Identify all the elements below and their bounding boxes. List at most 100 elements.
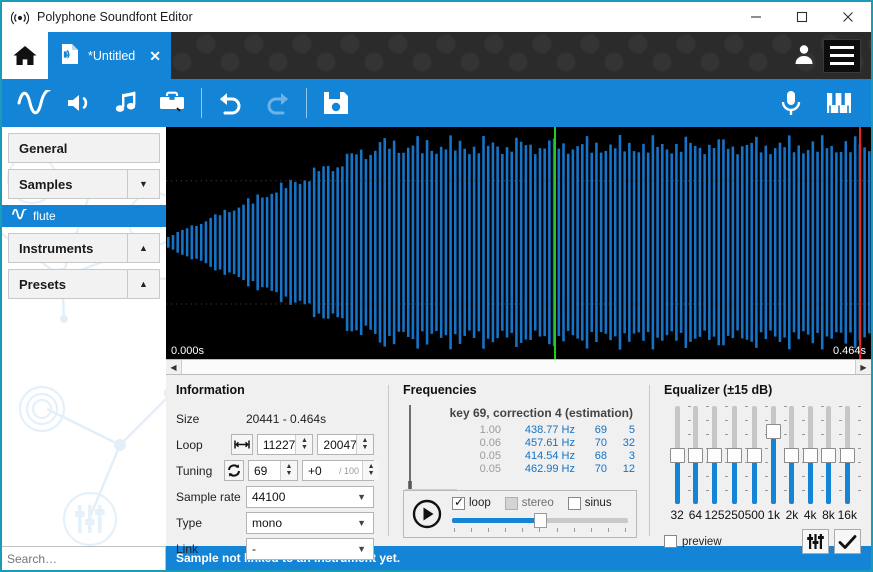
- faders-icon[interactable]: [802, 529, 829, 554]
- scroll-track[interactable]: [182, 360, 855, 374]
- sidebar-item-flute[interactable]: flute: [2, 205, 166, 227]
- tuning-cents-spinbox[interactable]: / 100 ▲▼: [302, 460, 380, 481]
- eq-knob[interactable]: [766, 424, 782, 440]
- eq-slider[interactable]: [784, 406, 806, 504]
- eq-slider[interactable]: [839, 406, 861, 504]
- eq-slider[interactable]: [687, 406, 709, 504]
- spin-arrows[interactable]: ▲ ▼: [362, 461, 380, 480]
- sinus-checkbox[interactable]: [567, 496, 581, 510]
- eq-band-4k[interactable]: 4k: [801, 406, 824, 522]
- eq-knob[interactable]: [839, 447, 855, 463]
- tuning-key-spinbox[interactable]: ▲▼: [247, 460, 299, 481]
- user-icon[interactable]: [791, 41, 817, 70]
- spin-arrows[interactable]: ▲ ▼: [295, 435, 313, 454]
- eq-band-250[interactable]: 250: [725, 406, 749, 522]
- microphone-icon[interactable]: [769, 81, 813, 125]
- search-input[interactable]: [7, 551, 165, 566]
- loop-start-input[interactable]: [257, 435, 296, 454]
- eq-knob[interactable]: [747, 447, 763, 463]
- tab-untitled[interactable]: *Untitled ✕: [48, 32, 171, 79]
- chevron-up-icon[interactable]: ▲: [127, 233, 159, 263]
- loop-start-spinbox[interactable]: ▲▼: [256, 434, 314, 455]
- toolbox-icon[interactable]: [150, 81, 194, 125]
- save-icon[interactable]: [314, 81, 358, 125]
- eq-band-1k[interactable]: 1k: [765, 406, 788, 522]
- spin-arrows[interactable]: ▲ ▼: [280, 461, 298, 480]
- stereo-checkbox[interactable]: [504, 496, 518, 510]
- eq-knob[interactable]: [802, 447, 818, 463]
- eq-slider[interactable]: [820, 406, 842, 504]
- eq-knob[interactable]: [820, 447, 836, 463]
- eq-knob[interactable]: [707, 447, 723, 463]
- spin-arrows[interactable]: ▲ ▼: [356, 435, 373, 454]
- loop-end-spinbox[interactable]: ▲▼: [317, 434, 374, 455]
- eq-knob[interactable]: [784, 447, 800, 463]
- freq-hz: 457.61 Hz: [524, 437, 575, 449]
- chevron-up-icon[interactable]: ▲: [127, 269, 159, 299]
- close-icon[interactable]: ✕: [149, 49, 161, 63]
- redo-icon[interactable]: [255, 81, 299, 125]
- piano-keys-icon[interactable]: [817, 81, 861, 125]
- minimize-button[interactable]: [733, 2, 779, 32]
- scroll-right-icon[interactable]: ▶: [855, 360, 871, 374]
- slider-handle[interactable]: [534, 512, 547, 528]
- home-button[interactable]: [2, 32, 48, 79]
- eq-band-500[interactable]: 500: [745, 406, 769, 522]
- undo-icon[interactable]: [209, 81, 253, 125]
- chevron-down-icon[interactable]: ▼: [357, 544, 366, 554]
- loop-end-marker[interactable]: [859, 127, 861, 359]
- sidebar-item-general[interactable]: General: [8, 133, 160, 163]
- loop-end-input[interactable]: [318, 435, 356, 454]
- close-button[interactable]: [825, 2, 871, 32]
- eq-slider[interactable]: [727, 406, 749, 504]
- waveform-scrollbar[interactable]: ◀ ▶: [166, 359, 871, 375]
- eq-knob[interactable]: [669, 447, 685, 463]
- search-box[interactable]: [2, 546, 166, 570]
- speaker-icon[interactable]: [58, 81, 102, 125]
- eq-slider[interactable]: [747, 406, 769, 504]
- eq-band-8k[interactable]: 8k: [819, 406, 842, 522]
- sidebar-item-presets[interactable]: Presets ▲: [8, 269, 160, 299]
- eq-band-125[interactable]: 125: [705, 406, 729, 522]
- maximize-button[interactable]: [779, 2, 825, 32]
- eq-band-32[interactable]: 32: [668, 406, 691, 522]
- eq-band-2k[interactable]: 2k: [783, 406, 806, 522]
- music-note-icon[interactable]: [104, 81, 148, 125]
- freq-hz: 462.99 Hz: [524, 463, 575, 475]
- eq-slider[interactable]: [802, 406, 824, 504]
- loop-checkbox-label: loop: [469, 497, 491, 509]
- loop-checkbox[interactable]: [452, 495, 465, 510]
- sample-rate-combo[interactable]: 44100 ▼: [246, 485, 374, 508]
- preview-checkbox[interactable]: [664, 535, 677, 548]
- type-combo[interactable]: mono ▼: [246, 511, 374, 534]
- scroll-left-icon[interactable]: ◀: [166, 360, 182, 374]
- wave-end-time: 0.464s: [832, 345, 866, 357]
- hamburger-menu-icon[interactable]: [823, 38, 861, 73]
- play-icon[interactable]: [412, 499, 442, 529]
- eq-band-64[interactable]: 64: [686, 406, 709, 522]
- sine-wave-icon[interactable]: [12, 81, 56, 125]
- loop-range-icon[interactable]: [230, 434, 253, 455]
- eq-slider[interactable]: [766, 406, 788, 504]
- waveform-display[interactable]: 0.000s 0.464s: [166, 127, 871, 359]
- chevron-down-icon[interactable]: ▼: [357, 518, 366, 528]
- chevron-down-icon[interactable]: ▼: [357, 492, 366, 502]
- loop-start-marker[interactable]: [553, 127, 556, 359]
- sidebar-item-samples[interactable]: Samples ▼: [8, 169, 160, 199]
- eq-knob[interactable]: [687, 447, 703, 463]
- link-combo[interactable]: - ▼: [246, 537, 374, 560]
- tuning-key-input[interactable]: [248, 461, 281, 480]
- size-row: Size 20441 - 0.464s: [176, 406, 374, 431]
- check-icon[interactable]: [834, 529, 861, 554]
- chevron-down-icon[interactable]: ▼: [127, 169, 159, 199]
- eq-knob[interactable]: [727, 447, 743, 463]
- playback-position-slider[interactable]: [452, 512, 628, 528]
- preview-checkbox-label: preview: [682, 535, 722, 548]
- sidebar-item-instruments[interactable]: Instruments ▲: [8, 233, 160, 263]
- eq-slider[interactable]: [707, 406, 729, 504]
- eq-band-16k[interactable]: 16k: [838, 406, 861, 522]
- refresh-icon[interactable]: [224, 460, 244, 481]
- eq-slider[interactable]: [669, 406, 691, 504]
- slider-ticks: [452, 527, 628, 532]
- tuning-cents-input[interactable]: [303, 461, 340, 480]
